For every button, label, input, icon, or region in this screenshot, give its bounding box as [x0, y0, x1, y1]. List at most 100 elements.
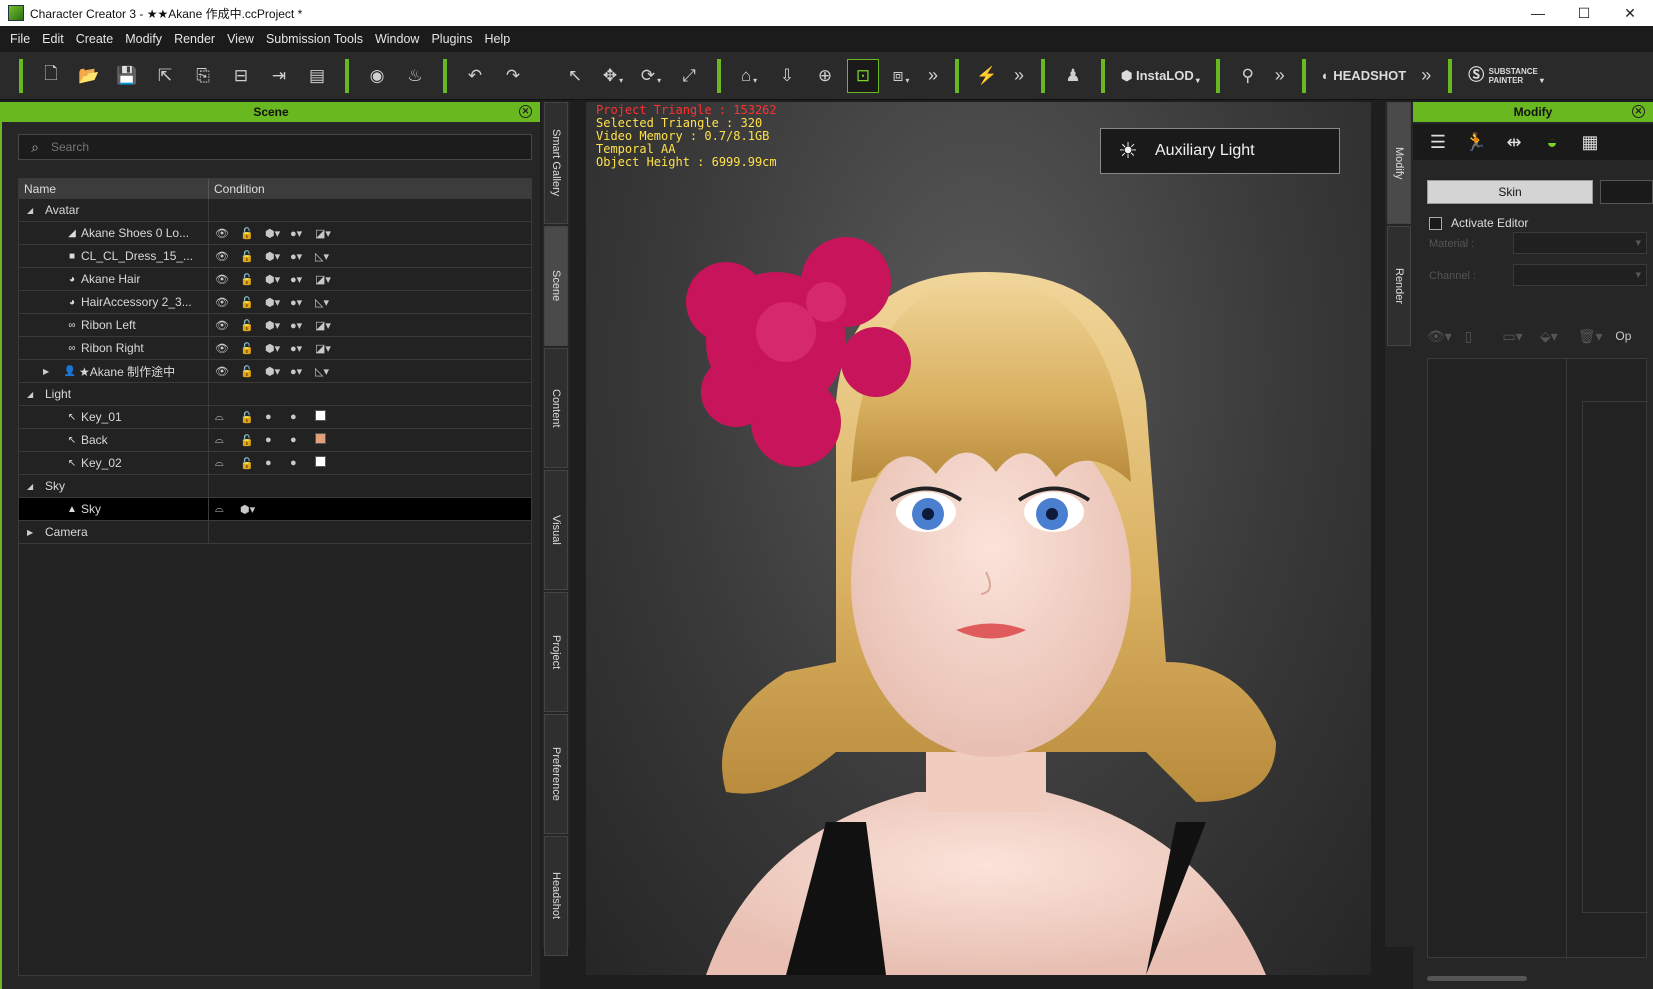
shadow-icon[interactable]: ● [290, 411, 315, 423]
lock-icon[interactable]: 🔓 [240, 319, 265, 332]
visibility-eye-icon[interactable]: 👁 [215, 342, 240, 355]
character-icon[interactable]: ♟ [1057, 59, 1089, 93]
visibility-closed-eye-icon[interactable]: ⌓ [215, 434, 240, 447]
tree-group-camera[interactable]: ▶ Camera [19, 521, 531, 544]
menu-help[interactable]: Help [478, 26, 516, 52]
light-color-swatch[interactable] [315, 433, 326, 444]
pose-icon[interactable]: ♨ [399, 59, 431, 93]
options-label[interactable]: Op [1615, 329, 1653, 343]
tree-row[interactable]: ◕ Akane Hair 👁 🔓 ⬢▾ ●▾ ◪▾ [19, 268, 531, 291]
render-settings-icon[interactable]: ▤ [301, 59, 333, 93]
shadow-icon[interactable]: ●▾ [290, 250, 315, 263]
menu-edit[interactable]: Edit [36, 26, 70, 52]
lock-icon[interactable]: 🔓 [240, 457, 265, 470]
fit-height-icon[interactable]: ⇩ [771, 59, 803, 93]
lock-icon[interactable]: 🔓 [240, 411, 265, 424]
more-tools-icon[interactable]: » [1416, 59, 1436, 93]
import-usd-icon[interactable]: ⊟ [225, 59, 257, 93]
home-camera-icon[interactable]: ⌂ ▾ [733, 59, 765, 93]
lock-icon[interactable]: 🔓 [240, 434, 265, 447]
redo-icon[interactable]: ↷ [497, 59, 529, 93]
visibility-eye-icon[interactable]: 👁 [215, 319, 240, 332]
light-color-swatch[interactable] [315, 456, 326, 467]
mesh-icon[interactable]: ⬢▾ [265, 342, 290, 355]
lock-icon[interactable]: 🔓 [240, 273, 265, 286]
tree-row[interactable]: ↖ Key_01 ⌓ 🔓 ● ● [19, 406, 531, 429]
fit-all-icon[interactable]: ⊕ [809, 59, 841, 93]
import-ic-icon[interactable]: ⎘ [187, 59, 219, 93]
close-button[interactable]: ✕ [1607, 0, 1653, 26]
collapse-icon[interactable]: ◢ [27, 390, 39, 399]
channel-select[interactable] [1513, 264, 1647, 286]
tree-row[interactable]: ↖ Key_02 ⌓ 🔓 ● ● [19, 452, 531, 475]
minimize-button[interactable]: — [1515, 0, 1561, 26]
mesh-icon[interactable]: ⬢▾ [265, 250, 290, 263]
lock-icon[interactable]: 🔓 [240, 250, 265, 263]
material-icon[interactable]: ◪▾ [315, 227, 340, 240]
maximize-button[interactable]: ☐ [1561, 0, 1607, 26]
menu-view[interactable]: View [221, 26, 260, 52]
import-icon[interactable]: ⇱ [149, 59, 181, 93]
tree-group-sky[interactable]: ◢ Sky [19, 475, 531, 498]
visibility-eye-icon[interactable]: 👁 [215, 250, 240, 263]
material-icon[interactable]: ◺▾ [315, 365, 340, 378]
mesh-icon[interactable]: ⬢▾ [240, 503, 265, 516]
tree-row[interactable]: ◕ HairAccessory 2_3... 👁 🔓 ⬢▾ ●▾ ◺▾ [19, 291, 531, 314]
light-on-icon[interactable]: ● [265, 434, 290, 446]
menu-render[interactable]: Render [168, 26, 221, 52]
motion-icon[interactable]: ⚡ [971, 59, 1003, 93]
tree-row[interactable]: ▶ 👤 ★Akane 制作途中 👁 🔓 ⬢▾ ●▾ ◺▾ [19, 360, 531, 383]
visibility-eye-icon[interactable]: 👁 [215, 227, 240, 240]
visibility-eye-icon[interactable]: 👁 [215, 273, 240, 286]
visibility-eye-icon[interactable]: 👁 [215, 296, 240, 309]
material-icon[interactable]: ◪▾ [315, 273, 340, 286]
camera-frame-icon[interactable]: ⧈ ▾ [885, 59, 917, 93]
motion-pose-icon[interactable]: 🏃 [1457, 132, 1495, 153]
tree-group-avatar[interactable]: ◢ Avatar [19, 199, 531, 222]
scale-tool-icon[interactable]: ⤢ [673, 59, 705, 93]
close-panel-icon[interactable]: ✕ [1632, 105, 1645, 118]
body-morph-icon[interactable]: ⚲ [1232, 59, 1264, 93]
lock-icon[interactable]: 🔓 [240, 296, 265, 309]
visibility-eye-icon[interactable]: 👁 [215, 365, 240, 378]
tab-project[interactable]: Project [544, 592, 568, 712]
shadow-icon[interactable]: ● [290, 457, 315, 469]
menu-create[interactable]: Create [70, 26, 120, 52]
column-name-header[interactable]: Name [19, 179, 209, 199]
secondary-tab-button[interactable] [1600, 180, 1653, 204]
visibility-closed-eye-icon[interactable]: ⌓ [215, 411, 240, 424]
select-tool-icon[interactable]: ↖ [559, 59, 591, 93]
open-project-icon[interactable]: 📂 [73, 59, 105, 93]
material-icon[interactable]: ◺▾ [315, 296, 340, 309]
menu-submission-tools[interactable]: Submission Tools [260, 26, 369, 52]
material-icon[interactable]: ◪▾ [315, 342, 340, 355]
undo-icon[interactable]: ↶ [459, 59, 491, 93]
shadow-icon[interactable]: ●▾ [290, 227, 315, 240]
lock-icon[interactable]: 🔓 [240, 365, 265, 378]
tab-visual[interactable]: Visual [544, 470, 568, 590]
collapse-icon[interactable]: ◢ [27, 482, 39, 491]
material-select[interactable] [1513, 232, 1647, 254]
shadow-icon[interactable]: ● [290, 434, 315, 446]
tree-row[interactable]: ■ CL_CL_Dress_15_... 👁 🔓 ⬢▾ ●▾ ◺▾ [19, 245, 531, 268]
shadow-icon[interactable]: ●▾ [290, 342, 315, 355]
export-icon[interactable]: ⇥ [263, 59, 295, 93]
material-icon[interactable]: ◺▾ [315, 250, 340, 263]
mesh-icon[interactable]: ⬢▾ [265, 319, 290, 332]
material-sphere-icon[interactable]: ◒ [1533, 132, 1571, 153]
visibility-closed-eye-icon[interactable]: ⌓ [215, 457, 240, 470]
mesh-icon[interactable]: ⬢▾ [265, 296, 290, 309]
more-tools-icon[interactable]: » [1009, 59, 1029, 93]
more-tools-icon[interactable]: » [1270, 59, 1290, 93]
menu-file[interactable]: File [4, 26, 36, 52]
menu-plugins[interactable]: Plugins [425, 26, 478, 52]
rotate-tool-icon[interactable]: ⟳ ▾ [635, 59, 667, 93]
move-tool-icon[interactable]: ✥ ▾ [597, 59, 629, 93]
tab-smart-gallery[interactable]: Smart Gallery [544, 102, 568, 224]
shadow-icon[interactable]: ●▾ [290, 273, 315, 286]
morph-icon[interactable]: ⇹ [1495, 132, 1533, 153]
menu-window[interactable]: Window [369, 26, 425, 52]
tab-content[interactable]: Content [544, 348, 568, 468]
texture-icon[interactable]: ▭▾ [1502, 328, 1540, 345]
mesh-icon[interactable]: ⬢▾ [265, 227, 290, 240]
